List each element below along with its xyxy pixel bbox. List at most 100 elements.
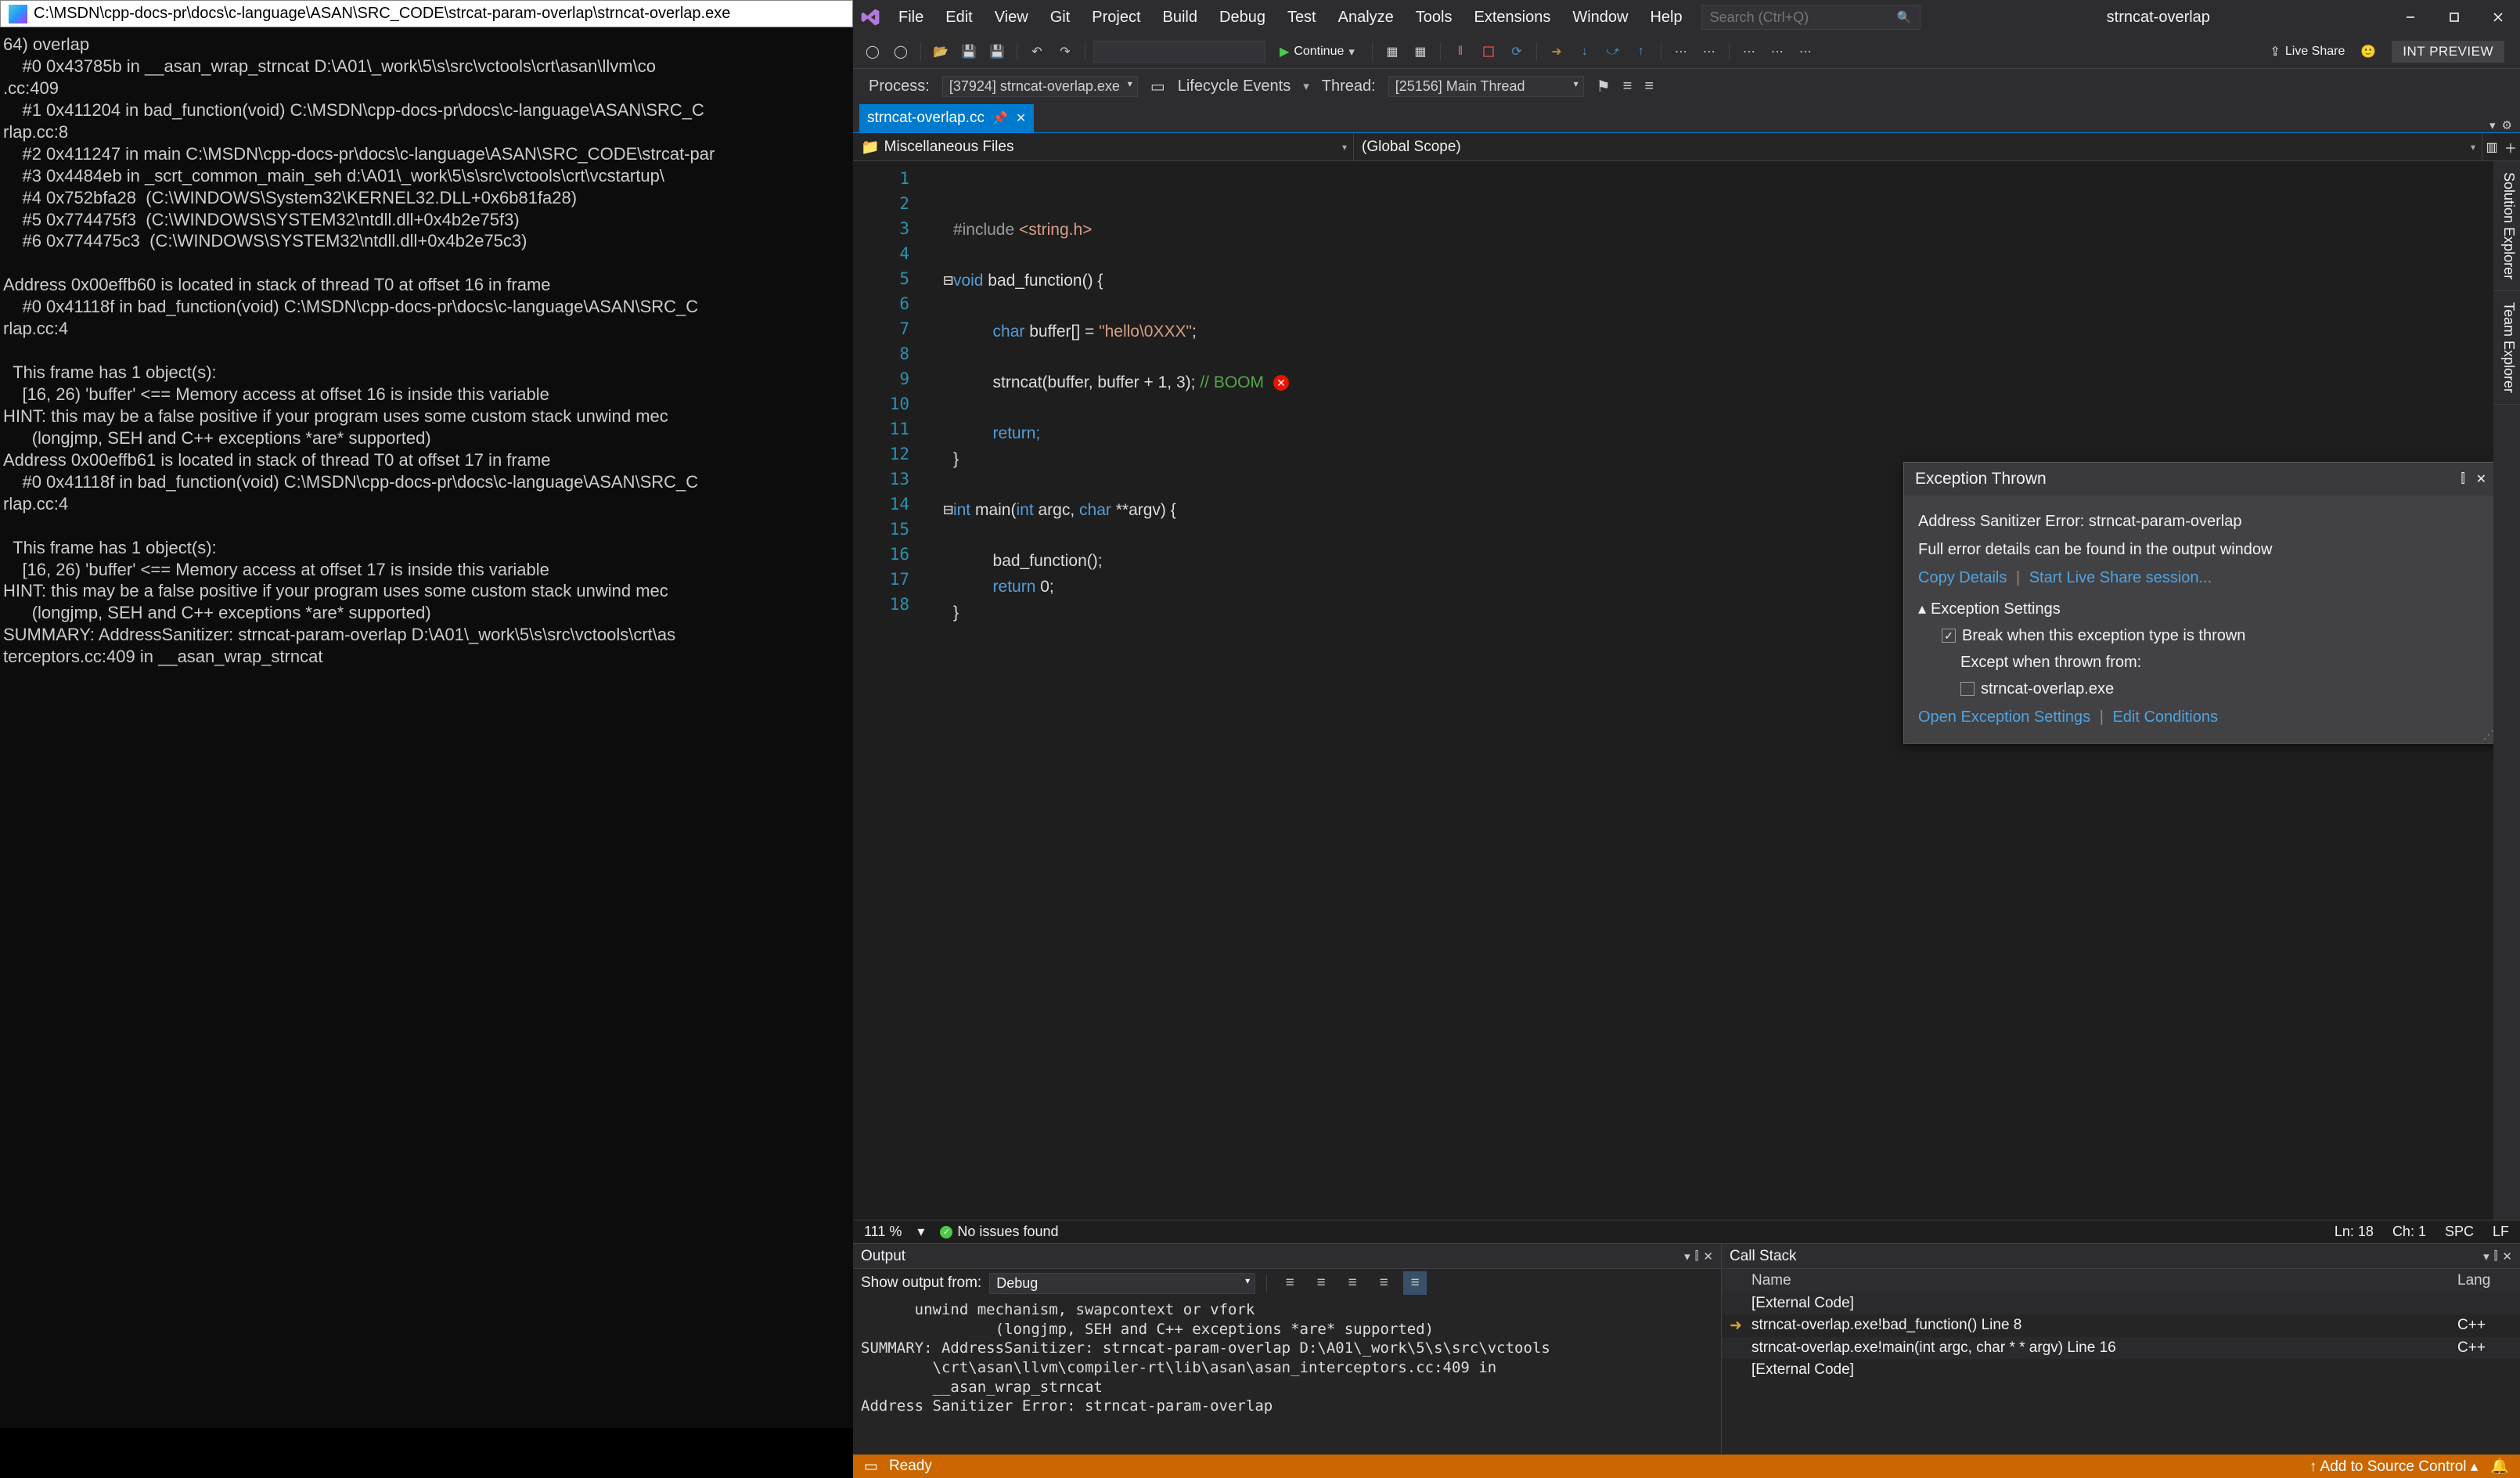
output-pin-icon[interactable]: ⫿ [1695, 1249, 1699, 1264]
nav-back-icon[interactable]: ◯ [861, 40, 884, 63]
callstack-row[interactable]: [External Code] [1722, 1292, 2520, 1314]
open-exception-settings-link[interactable]: Open Exception Settings [1918, 708, 2090, 726]
stack-frame-icon[interactable]: ≡ [1623, 78, 1633, 96]
minimize-button[interactable] [2389, 0, 2432, 34]
nav-fwd-icon[interactable]: ◯ [889, 40, 913, 63]
callstack-col-name: Name [1751, 1272, 2457, 1289]
callstack-pin-icon[interactable]: ⫿ [2494, 1249, 2498, 1264]
feedback-icon[interactable]: 🙂 [2360, 44, 2376, 59]
output-prev-icon[interactable]: ≡ [1309, 1271, 1333, 1295]
show-next-icon[interactable]: ➜ [1545, 40, 1568, 63]
menu-file[interactable]: File [887, 0, 934, 34]
callstack-dropdown-icon[interactable]: ▾ [2483, 1249, 2489, 1264]
live-share-button[interactable]: ⇪Live Share [2270, 44, 2345, 59]
menu-git[interactable]: Git [1039, 0, 1082, 34]
editor-status-bar: 111 % ▾ ✓No issues found Ln: 18 Ch: 1 SP… [853, 1220, 2520, 1243]
redo-icon[interactable]: ↷ [1053, 40, 1077, 63]
callstack-row[interactable]: strncat-overlap.exe!main(int argc, char … [1722, 1337, 2520, 1359]
undo-icon[interactable]: ↶ [1025, 40, 1049, 63]
tab-overflow-icon[interactable]: ▾ [2489, 118, 2496, 132]
step-out-icon[interactable]: ↑ [1629, 40, 1653, 63]
menu-view[interactable]: View [984, 0, 1039, 34]
quick-search[interactable]: 🔍 [1701, 5, 1921, 30]
project-nav-dropdown[interactable]: 📁 Miscellaneous Files [853, 133, 1354, 160]
menu-extensions[interactable]: Extensions [1463, 0, 1561, 34]
code-editor[interactable]: 123456789101112131415161718 #include <st… [853, 161, 2520, 1220]
menu-build[interactable]: Build [1152, 0, 1208, 34]
menu-debug[interactable]: Debug [1208, 0, 1276, 34]
edit-conditions-link[interactable]: Edit Conditions [2112, 708, 2218, 726]
copy-details-link[interactable]: Copy Details [1918, 569, 2007, 586]
tb-misc3-icon[interactable]: ⋯ [1737, 40, 1761, 63]
menu-help[interactable]: Help [1639, 0, 1693, 34]
tb-misc2-icon[interactable]: ⋯ [1697, 40, 1721, 63]
tb-misc4-icon[interactable]: ⋯ [1766, 40, 1789, 63]
solution-explorer-tab[interactable]: Solution Explorer [2493, 161, 2520, 291]
save-all-icon[interactable]: 💾 [985, 40, 1009, 63]
menu-test[interactable]: Test [1276, 0, 1327, 34]
menu-edit[interactable]: Edit [934, 0, 983, 34]
tb-misc5-icon[interactable]: ⋯ [1794, 40, 1817, 63]
console-titlebar[interactable]: C:\MSDN\cpp-docs-pr\docs\c-language\ASAN… [0, 0, 853, 27]
menu-tools[interactable]: Tools [1405, 0, 1463, 34]
save-icon[interactable]: 💾 [957, 40, 981, 63]
tab-gear-icon[interactable]: ⚙ [2502, 118, 2512, 132]
output-dropdown-icon[interactable]: ▾ [1684, 1249, 1690, 1264]
split-icon[interactable]: ▥ [2482, 133, 2501, 160]
open-file-icon[interactable]: 📂 [929, 40, 952, 63]
grid-icon[interactable]: ▦ [1409, 40, 1432, 63]
close-button[interactable] [2476, 0, 2520, 34]
output-close-icon[interactable]: ✕ [1703, 1249, 1713, 1264]
callstack-close-icon[interactable]: ✕ [2502, 1249, 2512, 1264]
output-source-dropdown[interactable]: Debug [989, 1273, 1255, 1294]
output-text[interactable]: unwind mechanism, swapcontext or vfork (… [853, 1297, 1721, 1455]
exception-pin-icon[interactable]: ⫿ [2461, 472, 2464, 486]
quick-search-input[interactable] [1710, 9, 1897, 26]
menu-window[interactable]: Window [1561, 0, 1639, 34]
source-control-button[interactable]: ↑ Add to Source Control ▴ [2309, 1458, 2479, 1476]
thread-icon[interactable]: ≡ [1644, 78, 1654, 96]
break-checkbox[interactable] [1942, 629, 1956, 643]
exception-close-icon[interactable]: ✕ [2476, 471, 2486, 487]
flag-icon[interactable]: ⚑ [1597, 77, 1611, 96]
menu-project[interactable]: Project [1081, 0, 1151, 34]
main-menu: File Edit View Git Project Build Debug T… [887, 0, 1694, 34]
add-icon[interactable]: ＋ [2501, 133, 2520, 160]
continue-button[interactable]: ▶Continue▾ [1270, 39, 1364, 64]
output-find-icon[interactable]: ≡ [1278, 1271, 1301, 1295]
exception-settings-header[interactable]: ▴Exception Settings [1918, 597, 2483, 621]
tb-misc1-icon[interactable]: ⋯ [1669, 40, 1693, 63]
output-wrap-icon[interactable]: ≡ [1403, 1271, 1427, 1295]
start-live-share-link[interactable]: Start Live Share session... [2029, 569, 2212, 586]
output-next-icon[interactable]: ≡ [1341, 1271, 1364, 1295]
issues-indicator[interactable]: ✓No issues found [940, 1224, 1058, 1240]
stop-icon[interactable] [1477, 40, 1500, 63]
scope-nav-dropdown[interactable]: (Global Scope) [1354, 133, 2482, 160]
console-output[interactable]: 64) overlap #0 0x43785b in __asan_wrap_s… [0, 27, 853, 674]
exception-detail-text: Full error details can be found in the o… [1918, 538, 2483, 561]
restart-icon[interactable]: ⟳ [1505, 40, 1528, 63]
output-title: Output [861, 1248, 905, 1265]
zoom-level[interactable]: 111 % [864, 1224, 902, 1240]
window-layout-icon[interactable]: ▦ [1381, 40, 1404, 63]
notifications-icon[interactable]: 🔔 [2490, 1457, 2509, 1476]
maximize-button[interactable] [2432, 0, 2476, 34]
output-clear-icon[interactable]: ≡ [1372, 1271, 1395, 1295]
step-over-icon[interactable]: ⤻ [1601, 40, 1625, 63]
thread-dropdown[interactable]: [25156] Main Thread [1388, 76, 1584, 97]
step-into-icon[interactable]: ↓ [1573, 40, 1597, 63]
menu-analyze[interactable]: Analyze [1327, 0, 1405, 34]
callstack-row[interactable]: ➜strncat-overlap.exe!bad_function() Line… [1722, 1314, 2520, 1337]
resize-grip-icon[interactable]: ⋰ [2483, 728, 2494, 741]
active-tab[interactable]: strncat-overlap.cc 📌 ✕ [859, 104, 1034, 132]
pause-icon[interactable]: ‖ [1449, 40, 1472, 63]
lifecycle-icon[interactable]: ▭ [1150, 77, 1165, 96]
tab-close-icon[interactable]: ✕ [1016, 110, 1026, 126]
team-explorer-tab[interactable]: Team Explorer [2493, 291, 2520, 405]
target-dropdown[interactable] [1093, 41, 1265, 63]
callstack-row[interactable]: [External Code] [1722, 1359, 2520, 1381]
module-checkbox[interactable] [1960, 682, 1975, 696]
pin-icon[interactable]: 📌 [992, 110, 1008, 126]
error-marker-icon[interactable]: ✕ [1273, 375, 1289, 391]
process-dropdown[interactable]: [37924] strncat-overlap.exe [942, 76, 1138, 97]
